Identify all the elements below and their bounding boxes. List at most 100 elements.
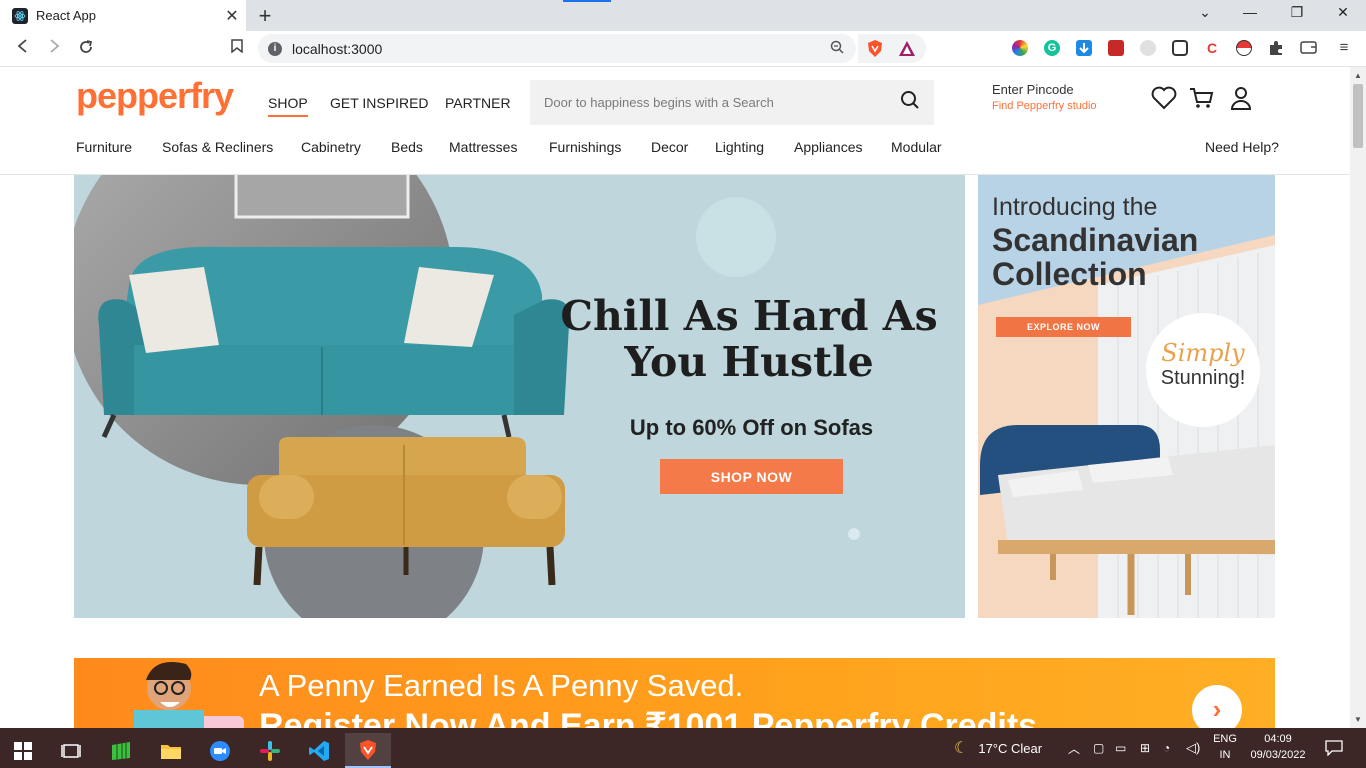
category-cabinetry[interactable]: Cabinetry (301, 139, 361, 155)
scroll-down-arrow-icon[interactable]: ▼ (1354, 715, 1362, 724)
credits-banner[interactable]: A Penny Earned Is A Penny Saved. Registe… (74, 658, 1275, 728)
battery-icon[interactable]: ▭ (1115, 728, 1126, 768)
wishlist-heart-icon[interactable] (1150, 84, 1178, 112)
tab-strip-accent (563, 0, 611, 2)
close-window-button[interactable]: ✕ (1333, 4, 1353, 21)
category-decor[interactable]: Decor (651, 139, 688, 155)
category-furniture[interactable]: Furniture (76, 139, 132, 155)
back-button[interactable] (14, 39, 32, 58)
tab-close-icon[interactable]: ✕ (222, 6, 242, 26)
lang-code: ENG (1213, 733, 1237, 745)
forward-button[interactable] (45, 39, 63, 58)
bookmark-icon[interactable] (228, 39, 246, 58)
hero-title: Chill As Hard As You Hustle (554, 293, 944, 385)
nav-get-inspired[interactable]: GET INSPIRED (330, 95, 429, 111)
vscode-app-icon[interactable] (296, 733, 342, 768)
brave-browser-taskbar-icon[interactable] (345, 733, 391, 768)
badge-script-text: Simply (1161, 339, 1245, 367)
search-icon[interactable] (900, 90, 920, 115)
red-extension-icon[interactable] (1108, 40, 1124, 56)
record-extension-icon[interactable] (1172, 40, 1188, 56)
system-clock[interactable]: 04:09 09/03/2022 (1246, 731, 1310, 763)
grammarly-extension-icon[interactable]: G (1044, 40, 1060, 56)
scandinavian-promo-banner[interactable]: Introducing the Scandinavian Collection … (978, 175, 1275, 618)
hero-title-line-2: You Hustle (624, 338, 874, 386)
pepperfry-logo[interactable]: pepperfry (76, 75, 234, 117)
browser-tab-react-app[interactable]: React App ✕ (0, 0, 246, 31)
search-box (530, 80, 934, 125)
hero-title-line-1: Chill As Hard As (560, 292, 938, 340)
category-lighting[interactable]: Lighting (715, 139, 764, 155)
download-extension-icon[interactable] (1076, 40, 1092, 56)
simply-stunning-badge: Simply Stunning! (1146, 313, 1260, 427)
start-windows-icon[interactable] (0, 733, 46, 768)
tray-chevron-icon[interactable]: ︿ (1068, 728, 1080, 768)
clock-time: 04:09 (1264, 733, 1292, 745)
new-tab-button[interactable]: + (254, 3, 276, 29)
need-help-link[interactable]: Need Help? (1205, 139, 1279, 155)
category-sofas-recliners[interactable]: Sofas & Recliners (162, 139, 273, 155)
category-mattresses[interactable]: Mattresses (449, 139, 517, 155)
slack-app-icon[interactable] (247, 733, 293, 768)
user-account-icon[interactable] (1227, 84, 1255, 112)
page-scrollbar[interactable]: ▲ ▼ (1350, 67, 1366, 728)
site-info-icon[interactable]: i (268, 41, 282, 56)
hero-banner[interactable]: Chill As Hard As You Hustle Up to 60% Of… (74, 175, 965, 618)
find-studio-link[interactable]: Find Pepperfry studio (992, 100, 1097, 112)
banner-next-arrow-icon[interactable]: › (1192, 685, 1242, 728)
browser-tab-strip: React App ✕ + ⌄ — ❐ ✕ (0, 0, 1366, 31)
grey-extension-icon[interactable] (1140, 40, 1156, 56)
zoom-icon[interactable] (830, 40, 844, 57)
c-extension-icon[interactable]: C (1204, 40, 1220, 56)
weather-widget[interactable]: ☾ 17°C Clear (954, 728, 1042, 768)
banner-line-1: A Penny Earned Is A Penny Saved. (259, 668, 744, 703)
restore-button[interactable]: ❐ (1287, 4, 1307, 21)
nav-shop[interactable]: SHOP (268, 95, 308, 117)
wallet-icon[interactable] (1300, 40, 1317, 56)
url-text[interactable]: localhost:3000 (292, 41, 830, 57)
smiling-man-illustration (134, 662, 244, 728)
brave-rewards-icon[interactable] (898, 40, 916, 62)
category-beds[interactable]: Beds (391, 139, 423, 155)
network-icon[interactable]: ⊞ (1140, 728, 1150, 768)
scroll-up-arrow-icon[interactable]: ▲ (1354, 71, 1362, 80)
extensions-puzzle-icon[interactable] (1268, 40, 1284, 56)
search-input[interactable] (544, 95, 900, 110)
zoom-app-icon[interactable] (197, 733, 243, 768)
site-header: pepperfry SHOP GET INSPIRED PARTNER Ente… (0, 67, 1350, 175)
brave-shield-icon[interactable] (866, 39, 884, 63)
tab-title: React App (36, 8, 96, 23)
input-language-indicator[interactable]: ENG IN (1210, 731, 1240, 763)
minimize-button[interactable]: — (1240, 4, 1260, 20)
meet-now-icon[interactable]: ▢ (1093, 728, 1104, 768)
nav-partner[interactable]: PARTNER (445, 95, 511, 111)
promo-big-heading: Scandinavian Collection (992, 222, 1199, 292)
pokeball-extension-icon[interactable] (1236, 40, 1252, 56)
explore-now-button[interactable]: EXPLORE NOW (996, 317, 1131, 337)
tab-search-chevron-icon[interactable]: ⌄ (1195, 4, 1215, 21)
address-bar[interactable]: i localhost:3000 (258, 34, 856, 63)
color-picker-extension-icon[interactable] (1012, 40, 1028, 56)
browser-toolbar: i localhost:3000 G C ≡ (0, 31, 1366, 67)
pincode-label[interactable]: Enter Pincode (992, 82, 1074, 97)
clock-date: 09/03/2022 (1250, 749, 1306, 761)
cart-icon[interactable] (1188, 84, 1216, 112)
volume-icon[interactable]: ◁) (1186, 728, 1200, 768)
wifi-icon[interactable]: ◔ (1163, 728, 1170, 768)
lang-region: IN (1219, 749, 1231, 761)
category-appliances[interactable]: Appliances (794, 139, 863, 155)
green-app-icon[interactable] (98, 733, 144, 768)
shop-now-button[interactable]: SHOP NOW (660, 459, 843, 494)
hero-subtitle: Up to 60% Off on Sofas (629, 415, 874, 440)
reload-button[interactable] (77, 39, 95, 60)
browser-menu-icon[interactable]: ≡ (1336, 40, 1352, 56)
category-modular[interactable]: Modular (891, 139, 942, 155)
weather-text: 17°C Clear (978, 740, 1043, 756)
task-view-icon[interactable] (48, 733, 94, 768)
notifications-icon[interactable] (1325, 728, 1343, 768)
scroll-thumb[interactable] (1353, 84, 1363, 148)
hero-sofa-illustration (74, 175, 860, 618)
file-explorer-icon[interactable] (148, 733, 194, 768)
promo-small-heading: Introducing the (992, 193, 1158, 221)
category-furnishings[interactable]: Furnishings (549, 139, 621, 155)
